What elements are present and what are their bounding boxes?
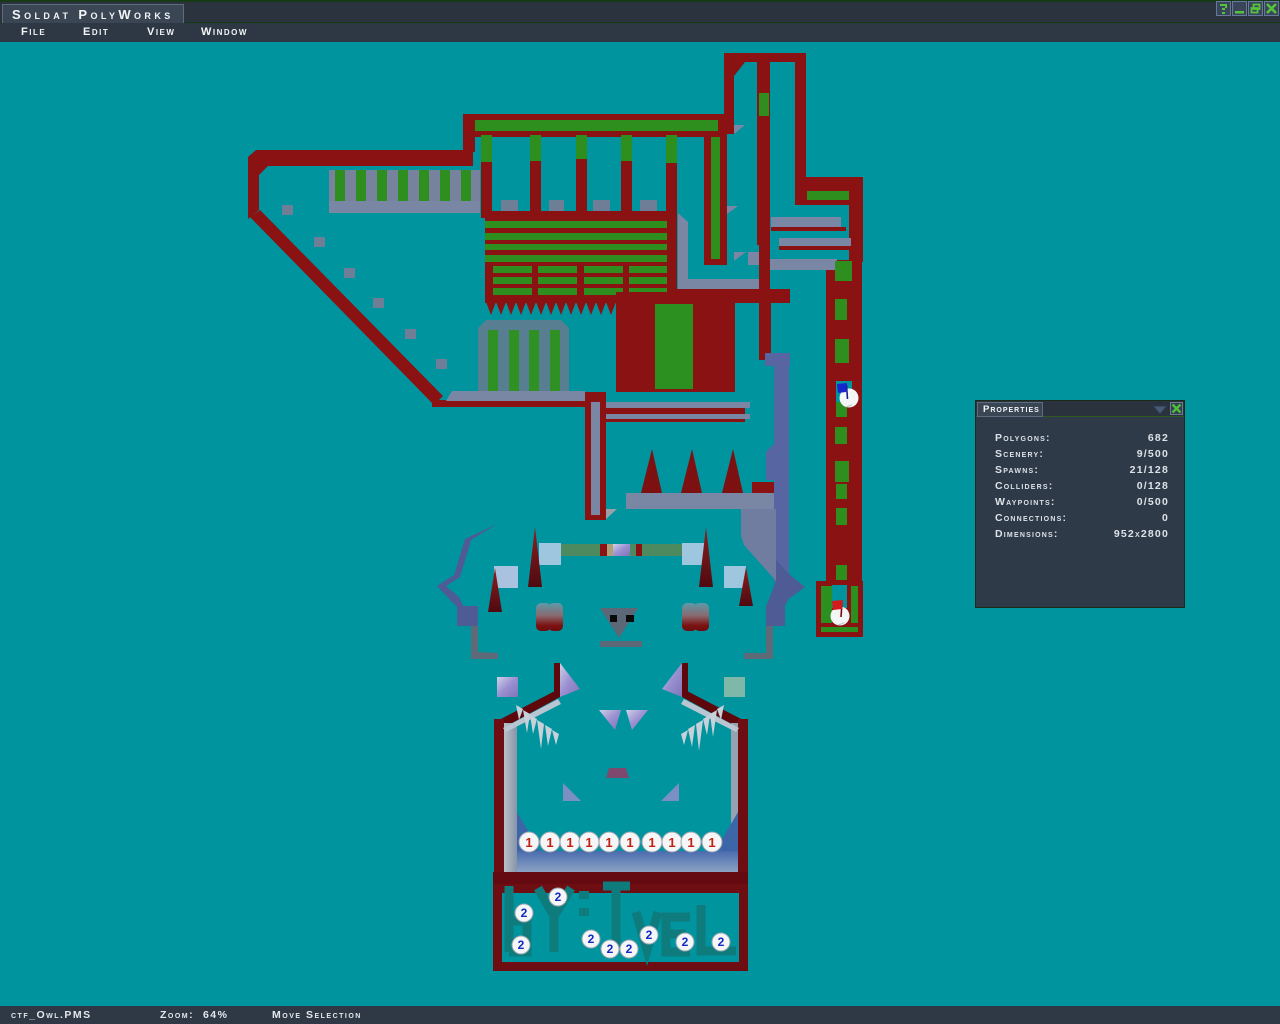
svg-text:2: 2 (555, 890, 562, 904)
svg-text:1: 1 (525, 835, 532, 850)
